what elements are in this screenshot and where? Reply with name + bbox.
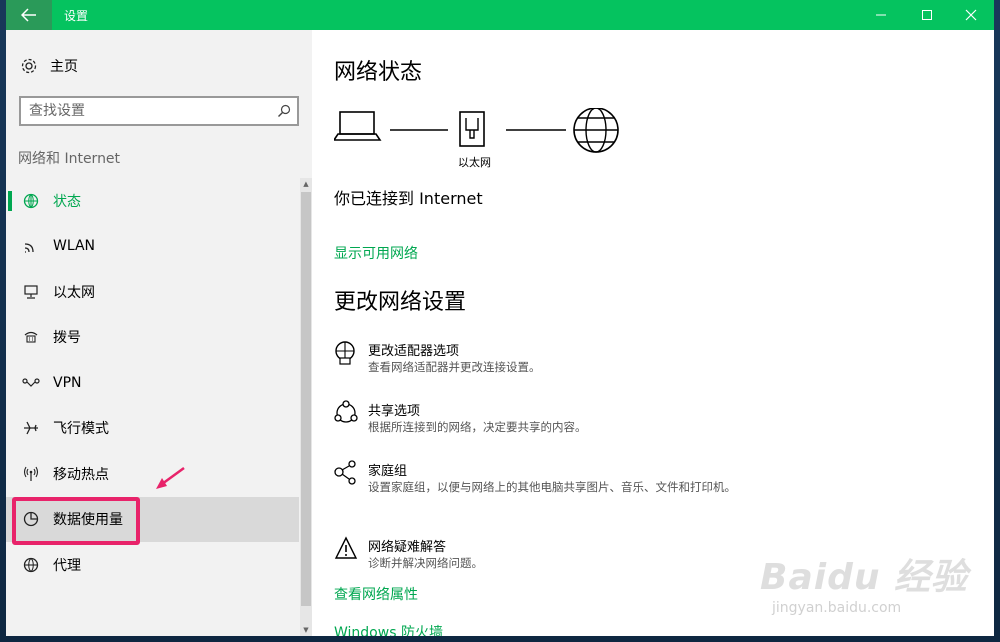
close-icon bbox=[965, 9, 977, 21]
title-bar: 设置 bbox=[6, 0, 994, 30]
sidebar-item-label: 以太网 bbox=[53, 284, 95, 301]
globe-internet-icon bbox=[573, 107, 619, 153]
watermark-url: jingyan.baidu.com bbox=[772, 600, 902, 616]
sidebar-scrollbar[interactable]: ▲ ▼ bbox=[300, 178, 312, 636]
airplane-icon bbox=[21, 420, 41, 436]
ethernet-port-icon bbox=[459, 111, 485, 147]
warning-icon bbox=[334, 536, 358, 559]
vpn-icon bbox=[21, 377, 41, 389]
sidebar-item-label: VPN bbox=[53, 374, 82, 391]
sidebar-item-label: 飞行模式 bbox=[53, 421, 109, 438]
sidebar-item-proxy[interactable]: 代理 bbox=[6, 542, 299, 588]
sharing-icon bbox=[334, 400, 358, 423]
home-link[interactable]: 主页 bbox=[20, 56, 78, 76]
window-title: 设置 bbox=[64, 9, 89, 23]
maximize-icon bbox=[922, 10, 932, 20]
gear-icon bbox=[21, 58, 37, 74]
laptop-icon bbox=[332, 111, 382, 141]
scroll-up-arrow-icon[interactable]: ▲ bbox=[302, 180, 310, 188]
view-network-properties-link[interactable]: 查看网络属性 bbox=[334, 584, 418, 604]
section-title: 更改网络设置 bbox=[334, 290, 467, 315]
ethernet-diagram-label: 以太网 bbox=[458, 156, 491, 169]
minimize-icon bbox=[876, 14, 886, 16]
network-diagram: 以太网 bbox=[332, 107, 634, 172]
ethernet-icon bbox=[21, 285, 41, 299]
sidebar-item-airplane-mode[interactable]: 飞行模式 bbox=[6, 406, 299, 452]
sidebar-item-dialup[interactable]: 拨号 bbox=[6, 315, 299, 361]
search-icon[interactable] bbox=[277, 104, 291, 118]
scroll-thumb[interactable] bbox=[301, 192, 311, 606]
home-label: 主页 bbox=[50, 59, 78, 75]
globe-icon bbox=[21, 557, 41, 573]
hotspot-icon bbox=[21, 466, 41, 482]
section-label: 网络和 Internet bbox=[18, 151, 121, 167]
windows-firewall-link[interactable]: Windows 防火墙 bbox=[334, 622, 443, 636]
sidebar-item-ethernet[interactable]: 以太网 bbox=[6, 269, 299, 315]
sidebar-item-hotspot[interactable]: 移动热点 bbox=[6, 451, 299, 497]
connection-status: 你已连接到 Internet bbox=[334, 189, 483, 208]
option-title: 网络疑难解答 bbox=[368, 540, 447, 555]
back-button[interactable] bbox=[6, 0, 52, 30]
option-description: 诊断并解决网络问题。 bbox=[368, 556, 483, 570]
option-title: 家庭组 bbox=[368, 464, 408, 479]
option-title: 共享选项 bbox=[368, 404, 421, 419]
show-networks-link[interactable]: 显示可用网络 bbox=[334, 243, 418, 263]
page-title: 网络状态 bbox=[334, 60, 423, 85]
scroll-down-arrow-icon[interactable]: ▼ bbox=[302, 626, 310, 634]
sidebar-item-label: 拨号 bbox=[53, 330, 81, 347]
close-button[interactable] bbox=[948, 0, 994, 30]
sidebar-item-wlan[interactable]: WLAN bbox=[6, 224, 299, 270]
dialup-icon bbox=[21, 330, 41, 344]
sidebar-item-label: 代理 bbox=[53, 557, 81, 574]
highlight-annotation-box bbox=[12, 497, 140, 545]
option-title: 更改适配器选项 bbox=[368, 344, 460, 359]
option-description: 根据所连接到的网络，决定要共享的内容。 bbox=[368, 420, 587, 434]
search-input[interactable] bbox=[29, 102, 269, 120]
option-description: 设置家庭组，以便与网络上的其他电脑共享图片、音乐、文件和打印机。 bbox=[368, 480, 736, 494]
watermark: Baidu 经验 jingyan.baidu.com bbox=[760, 530, 1000, 640]
homegroup-icon bbox=[334, 460, 356, 485]
adapter-globe-icon bbox=[335, 341, 355, 365]
sidebar-item-label: WLAN bbox=[53, 238, 96, 255]
pointer-arrow-icon bbox=[156, 466, 185, 489]
option-description: 查看网络适配器并更改连接设置。 bbox=[368, 360, 541, 374]
arrow-left-icon bbox=[21, 8, 36, 22]
sidebar-item-label: 移动热点 bbox=[53, 466, 109, 483]
minimize-button[interactable] bbox=[858, 0, 904, 30]
globe-status-icon bbox=[21, 193, 41, 209]
sidebar-item-label: 状态 bbox=[53, 193, 81, 210]
search-box[interactable] bbox=[19, 96, 299, 126]
sidebar: 主页 网络和 Internet 状态 WLAN bbox=[6, 30, 312, 636]
maximize-button[interactable] bbox=[904, 0, 950, 30]
sidebar-item-vpn[interactable]: VPN bbox=[6, 360, 299, 406]
watermark-text: Baidu 经验 bbox=[760, 557, 969, 598]
wifi-icon bbox=[21, 239, 41, 253]
sidebar-item-status[interactable]: 状态 bbox=[6, 178, 299, 224]
